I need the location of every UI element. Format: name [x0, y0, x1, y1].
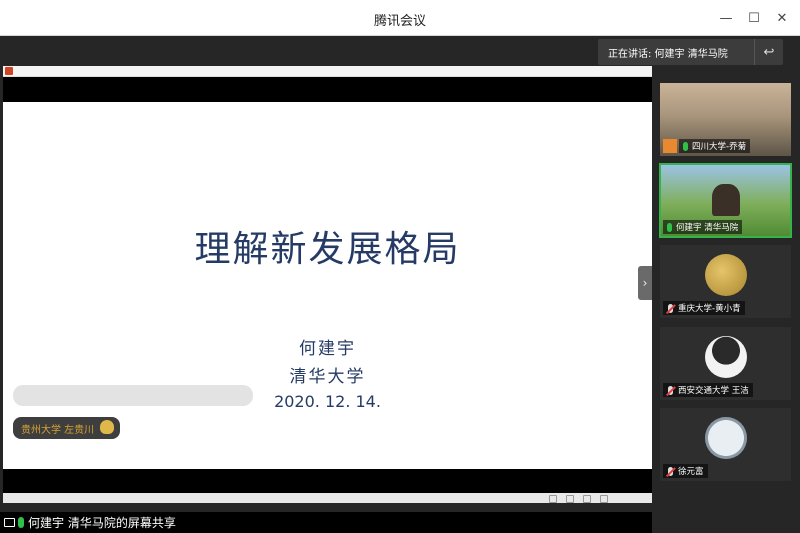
participant-tile[interactable]: 四川大学-乔菊 — [660, 83, 791, 156]
participant-name: 重庆大学-黄小青 — [678, 304, 741, 314]
participant-tile[interactable]: 重庆大学-黄小青 — [660, 245, 791, 318]
screen-share-label: 何建宇 清华马院的屏幕共享 — [28, 516, 176, 530]
view-normal-icon[interactable] — [549, 495, 557, 503]
participant-name: 四川大学-乔菊 — [692, 142, 747, 152]
mic-muted-icon — [666, 385, 675, 395]
view-reading-icon[interactable] — [583, 495, 591, 503]
avatar — [705, 254, 747, 296]
view-tools — [549, 495, 608, 503]
mic-icon — [683, 141, 688, 151]
participant-tile-active[interactable]: 何建宇 清华马院 — [659, 163, 792, 238]
slide-author: 何建宇 — [299, 339, 356, 359]
view-sorter-icon[interactable] — [566, 495, 574, 503]
minimize-button[interactable]: — — [714, 8, 738, 28]
screen-share-bar: 何建宇 清华马院的屏幕共享 — [0, 512, 652, 533]
slide-organization: 清华大学 — [289, 367, 366, 387]
speaking-label: 正在讲话: 何建宇 清华马院 — [608, 48, 728, 60]
participant-label: 四川大学-乔菊 — [679, 139, 751, 153]
participant-name: 西安交通大学 王洁 — [678, 386, 749, 396]
slide-title: 理解新发展格局 — [194, 229, 461, 270]
mic-icon — [18, 517, 24, 528]
title-bar: 腾讯会议 — ☐ ✕ — [0, 0, 800, 36]
back-icon[interactable]: ↩ — [754, 39, 783, 65]
raised-hand-name: 贵州大学 左贵川 — [21, 424, 95, 436]
maximize-button[interactable]: ☐ — [742, 8, 766, 28]
participant-name: 徐元富 — [678, 467, 704, 477]
window-title: 腾讯会议 — [373, 14, 426, 29]
presentation-slide: 理解新发展格局 何建宇 清华大学 2020. 12. 14. 贵州大学 左贵川 — [3, 102, 652, 469]
participant-tile[interactable]: 西安交通大学 王洁 — [660, 327, 791, 400]
raise-hand-icon — [100, 420, 115, 434]
screen-share-icon — [4, 518, 15, 527]
meeting-stage: 理解新发展格局 何建宇 清华大学 2020. 12. 14. 贵州大学 左贵川 … — [0, 36, 800, 533]
shared-screen: 理解新发展格局 何建宇 清华大学 2020. 12. 14. 贵州大学 左贵川 — [3, 77, 652, 493]
mic-icon — [667, 222, 672, 232]
person-icon — [663, 139, 677, 153]
view-slideshow-icon[interactable] — [600, 495, 608, 503]
blurred-notification — [13, 385, 253, 406]
powerpoint-titlebar — [3, 66, 652, 77]
mic-muted-icon — [666, 466, 675, 476]
powerpoint-statusbar — [3, 493, 652, 503]
window-controls: — ☐ ✕ — [714, 8, 794, 28]
mic-muted-icon — [666, 303, 675, 313]
avatar — [705, 336, 747, 378]
participant-name: 何建宇 清华马院 — [676, 223, 739, 233]
participant-label: 徐元富 — [663, 464, 708, 478]
participant-label: 何建宇 清华马院 — [663, 220, 743, 234]
raised-hand-chip[interactable]: 贵州大学 左贵川 — [13, 417, 121, 439]
powerpoint-icon — [5, 67, 13, 75]
avatar — [705, 417, 747, 459]
participant-label: 重庆大学-黄小青 — [663, 301, 745, 315]
speaking-indicator: 正在讲话: 何建宇 清华马院 ↩ — [598, 39, 783, 65]
close-button[interactable]: ✕ — [770, 8, 794, 28]
chevron-right-icon[interactable]: › — [638, 266, 652, 300]
participant-tile[interactable]: 徐元富 — [660, 408, 791, 481]
participant-video — [712, 184, 740, 216]
participant-label: 西安交通大学 王洁 — [663, 383, 753, 397]
